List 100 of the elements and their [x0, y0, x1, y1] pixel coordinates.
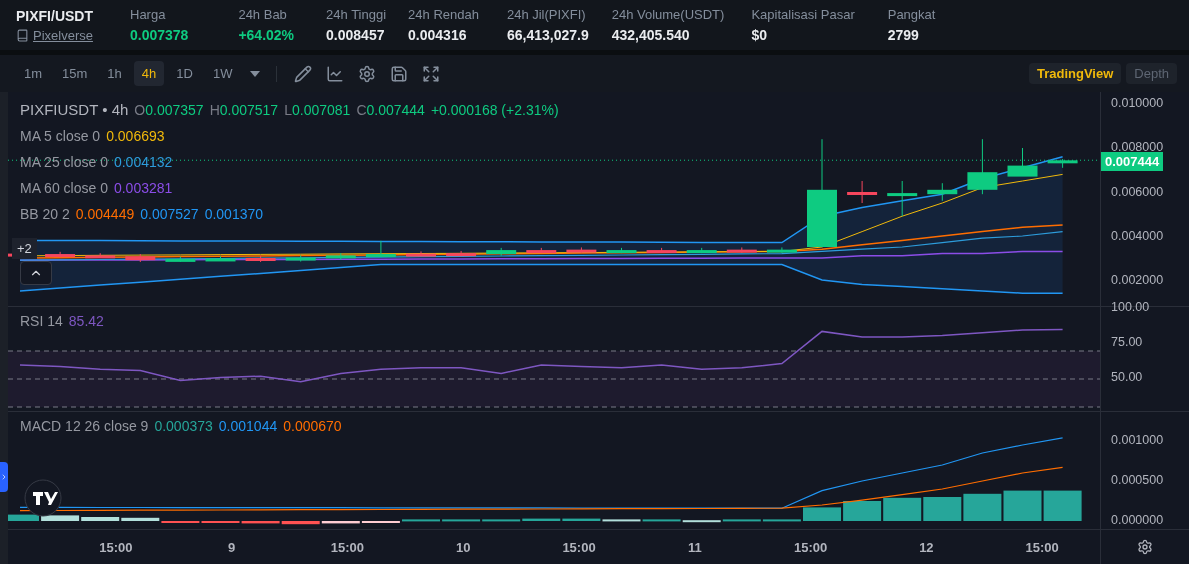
candle	[847, 180, 878, 204]
candle	[486, 247, 517, 257]
stat-value: 0.008457	[326, 27, 386, 43]
project-link[interactable]: Pixelverse	[33, 27, 93, 43]
ohlc-value: L0.007081	[284, 102, 351, 118]
time-label: 15:00	[329, 539, 366, 555]
candle	[245, 255, 276, 263]
stat-value: 66,413,027.9	[506, 27, 589, 43]
price-tick: 0.010000	[1111, 96, 1164, 110]
fullscreen-icon[interactable]	[422, 64, 441, 83]
candle	[365, 240, 396, 258]
book-icon	[16, 28, 29, 42]
interval-tab[interactable]: 1W	[204, 61, 241, 86]
candle	[205, 255, 236, 262]
candle	[766, 246, 797, 254]
candle	[45, 251, 76, 259]
macd-tick: 0.001000	[1111, 433, 1164, 447]
time-label: 12	[918, 539, 935, 555]
histogram-bar	[883, 497, 922, 521]
stat-value: $0	[751, 27, 768, 43]
candle	[446, 250, 477, 257]
price-tick: 0.008000	[1111, 140, 1164, 155]
candle	[285, 254, 316, 262]
time-label: 10	[455, 539, 472, 555]
settings-icon[interactable]	[1137, 539, 1153, 555]
time-label: 11	[686, 539, 703, 555]
stat-value: 432,405.540	[611, 27, 691, 43]
candle	[967, 138, 998, 195]
hidden-indicators-badge[interactable]: +2	[12, 238, 37, 259]
interval-tab[interactable]: 1h	[99, 61, 130, 86]
chevron-right-icon	[0, 473, 8, 481]
indicator-value: 0.000373	[154, 418, 213, 434]
time-label: 9	[227, 539, 237, 555]
interval-tab[interactable]: 1m	[16, 61, 51, 86]
indicator-value: 0.003281	[113, 180, 173, 196]
rsi-tick: 75.00	[1111, 335, 1143, 349]
candle	[566, 246, 597, 254]
candle	[726, 246, 757, 254]
time-label: 15:00	[561, 539, 597, 555]
pencil-icon[interactable]	[294, 64, 313, 83]
price-tick: 0.002000	[1111, 273, 1164, 288]
histogram-bar	[963, 493, 1002, 521]
indicator-value: 0.004449	[75, 206, 135, 222]
pair-symbol: PIXFI/USDT	[16, 7, 94, 24]
stat-value: 2799	[887, 27, 920, 43]
stat-label: 24h Rendah	[408, 7, 479, 22]
stat-label: Kapitalisasi Pasar	[751, 7, 855, 22]
candle	[125, 253, 156, 263]
macd-tick: 0.000500	[1111, 473, 1164, 487]
stat-value: 0.007378	[130, 27, 189, 43]
save-icon[interactable]	[390, 64, 409, 83]
panel-handle[interactable]	[0, 462, 8, 492]
caret-icon[interactable]	[250, 70, 261, 77]
last-price-label: 0.007444	[1101, 152, 1164, 171]
candle	[1047, 158, 1078, 169]
candle	[606, 247, 637, 254]
stat-value: 0.004316	[408, 27, 468, 43]
stat-label: Harga	[130, 7, 167, 22]
logo-icon[interactable]	[24, 479, 62, 517]
stat-label: Pangkat	[887, 7, 936, 22]
histogram-bar	[843, 501, 882, 521]
histogram-bar	[803, 507, 841, 521]
stat-label: 24h Tinggi	[326, 7, 387, 22]
chart-title: PIXFIUSDT • 4h	[20, 101, 129, 118]
line-chart-icon[interactable]	[326, 64, 345, 83]
price-tick: 0.006000	[1111, 184, 1164, 199]
price-tick: 0.004000	[1111, 228, 1164, 243]
view-tab[interactable]: TradingView	[1028, 63, 1122, 84]
price-change: +0.000168 (+2.31%)	[430, 102, 559, 118]
histogram-bar	[1043, 490, 1082, 521]
indicator-value: 85.42	[68, 313, 104, 329]
indicator-value: 0.004132	[113, 154, 173, 170]
indicator-value: 0.006693	[106, 128, 165, 144]
histogram-bar	[8, 514, 39, 521]
ohlc-value: H0.007517	[209, 102, 279, 118]
rsi-tick: 50.00	[1111, 370, 1143, 384]
indicator-name: MA 5 close 0	[20, 128, 101, 144]
candle	[1007, 147, 1038, 177]
indicator-value: 0.007527	[140, 206, 199, 222]
indicator-name: MA 60 close 0	[20, 180, 108, 196]
histogram-bar	[402, 519, 440, 522]
histogram-bar	[1003, 490, 1042, 521]
candle	[887, 180, 918, 217]
interval-tab[interactable]: 1D	[168, 61, 201, 86]
stat-label: 24h Bab	[238, 7, 288, 22]
rsi-tick: 100.00	[1111, 300, 1150, 314]
candle	[325, 252, 356, 261]
indicator-name: BB 20 2	[20, 206, 70, 222]
interval-tab[interactable]: 15m	[54, 61, 96, 86]
candle	[686, 247, 717, 254]
interval-tab[interactable]: 4h	[133, 61, 165, 86]
indicator-value: 0.001370	[204, 206, 264, 222]
macd-tick: 0.000000	[1111, 513, 1164, 527]
time-label: 15:00	[1024, 539, 1060, 555]
stat-value: +64.02%	[238, 27, 295, 43]
candle	[646, 247, 677, 254]
indicator-value: 0.000670	[283, 418, 342, 434]
settings-icon[interactable]	[358, 64, 377, 83]
histogram-bar	[923, 497, 962, 521]
candle	[526, 247, 557, 254]
